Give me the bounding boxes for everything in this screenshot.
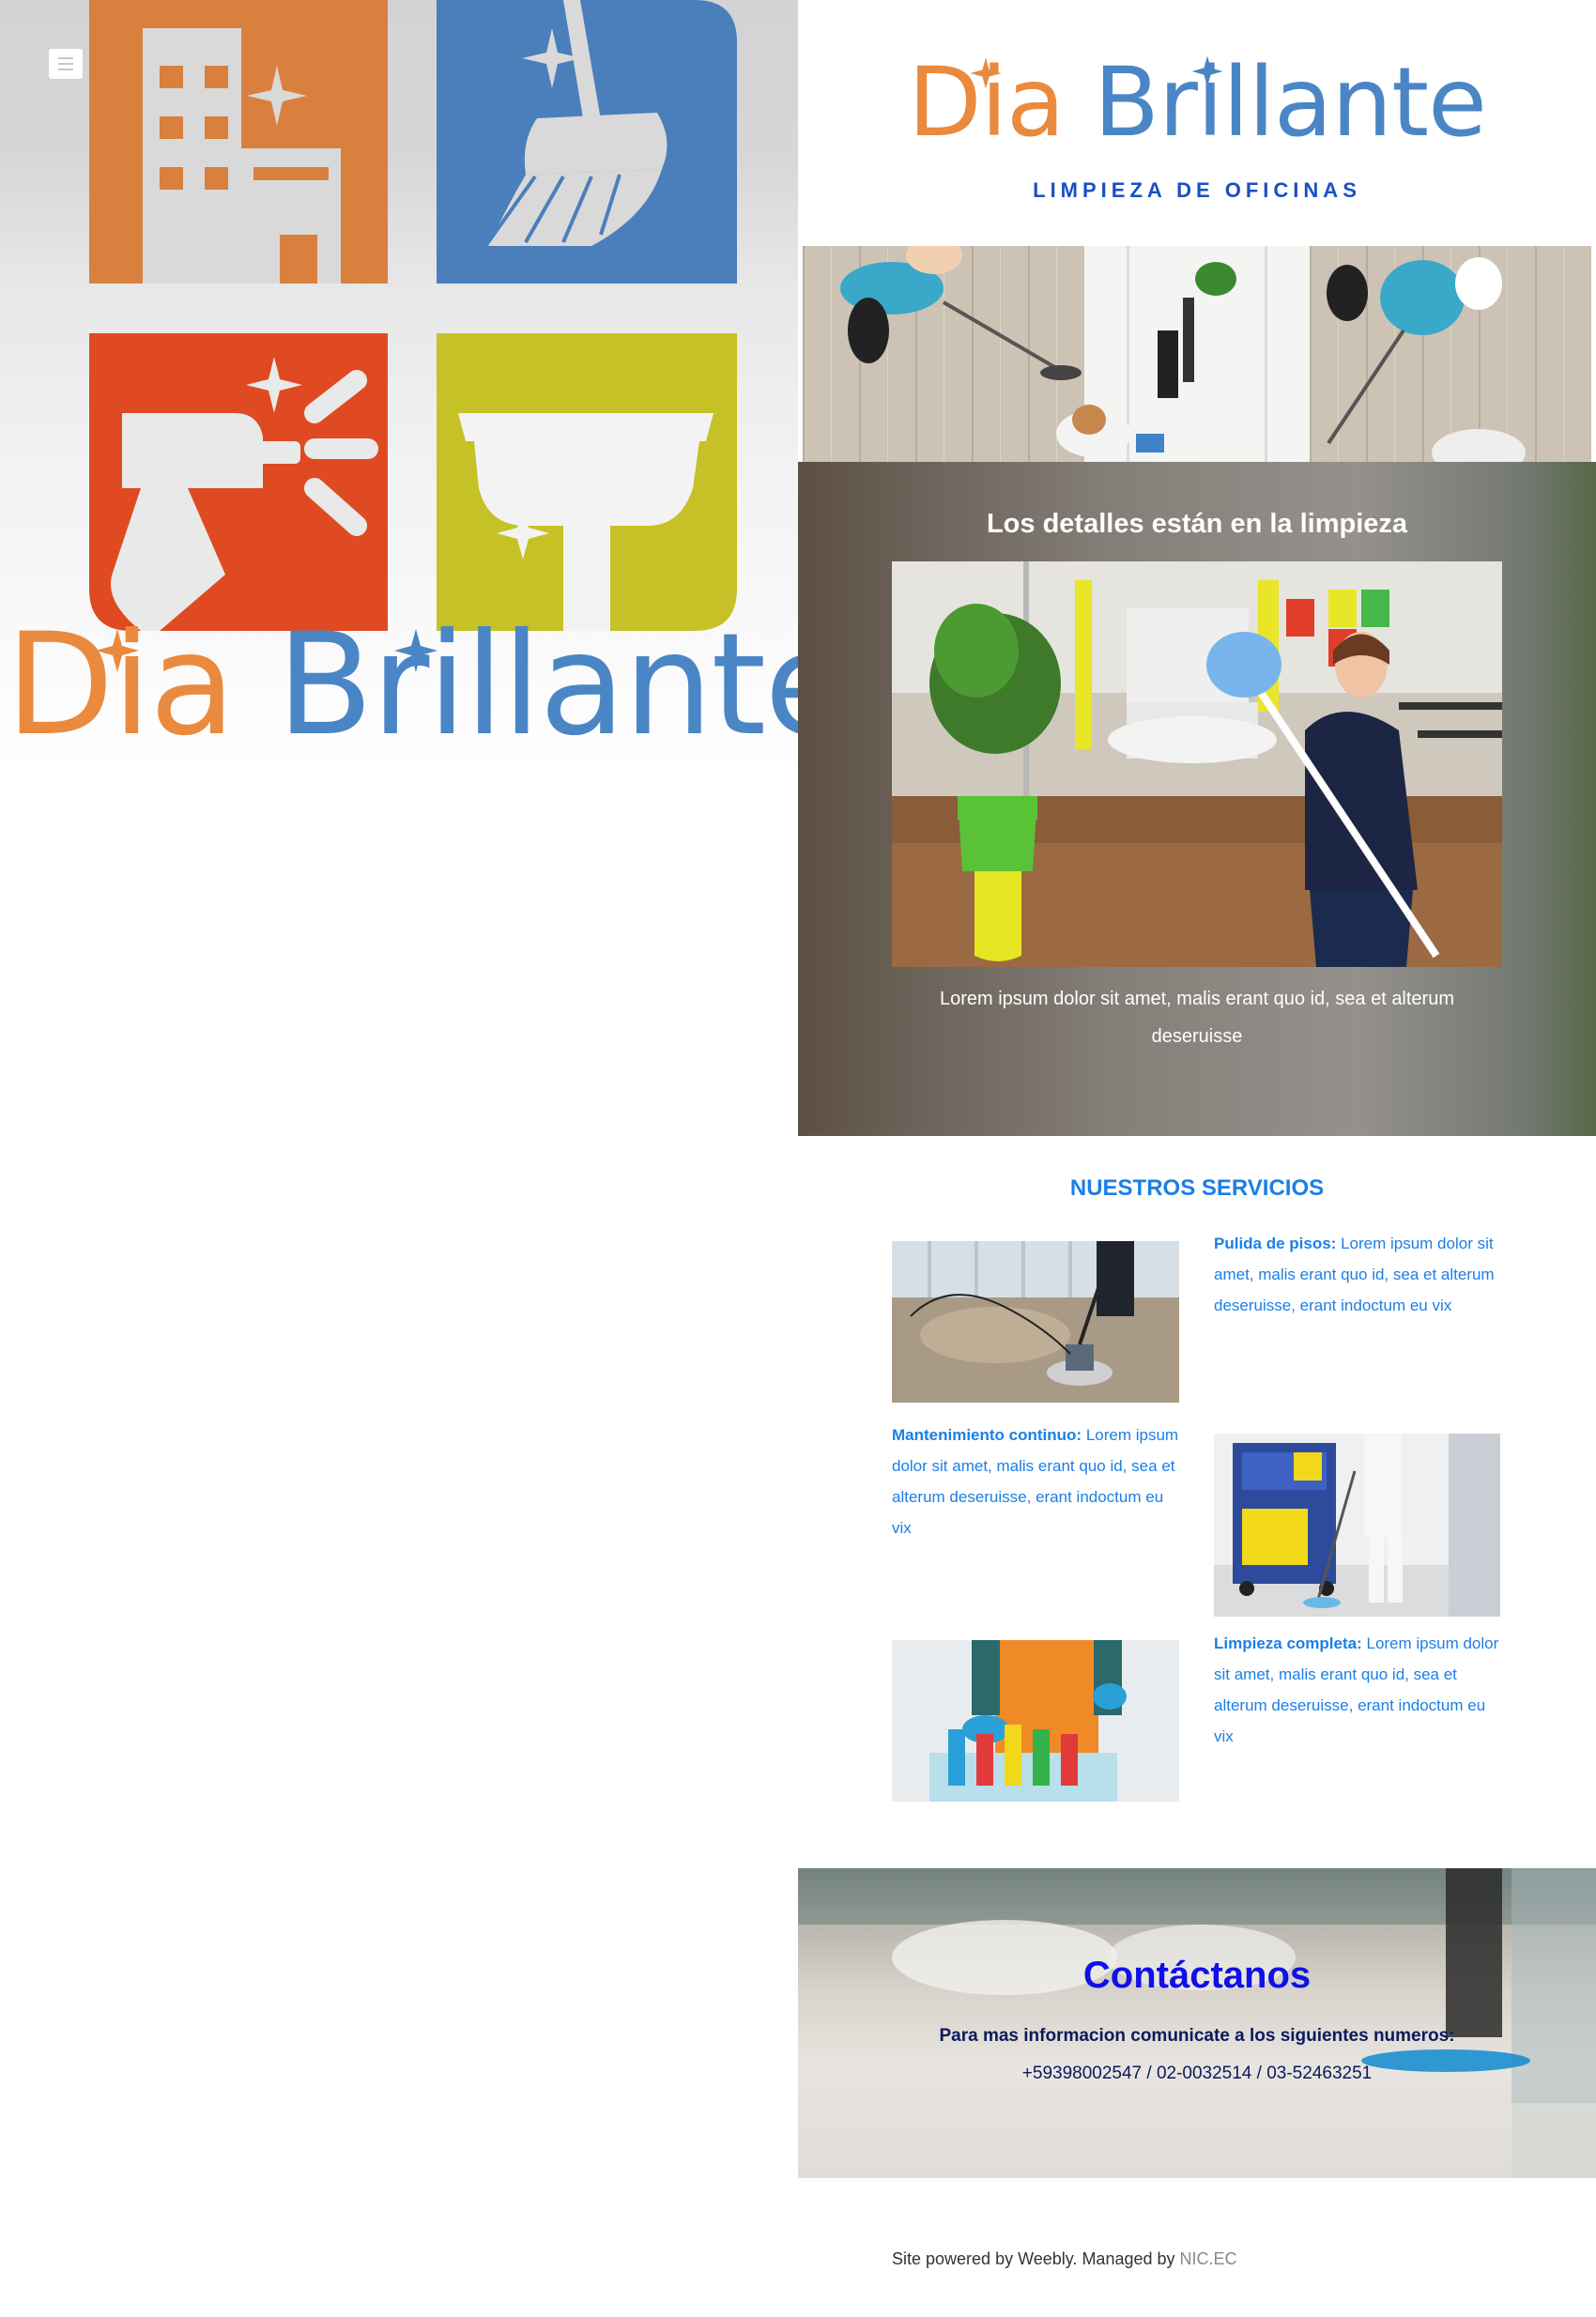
contact-background-image (798, 1868, 1596, 2178)
tagline: LIMPIEZA DE OFICINAS (1033, 178, 1361, 202)
footer-link-nic[interactable]: NIC.EC (1180, 2249, 1237, 2268)
cleaning-supplies-photo (892, 1640, 1179, 1802)
sparkle-icon (96, 629, 139, 672)
section-title: Los detalles están en la limpieza (986, 509, 1408, 539)
contact-info-text: Para mas informacion comunicate a los si… (939, 2026, 1455, 2046)
service-name: Pulida de pisos: (1214, 1235, 1337, 1252)
details-section: Los detalles están en la limpieza Lorem … (798, 462, 1596, 1136)
office-cleaner-photo (892, 561, 1502, 967)
footer: Site powered by Weebly. Managed by NIC.E… (892, 2249, 1237, 2269)
hero-banner-image (803, 246, 1591, 462)
cleaning-cart-photo (1214, 1434, 1500, 1617)
sparkle-icon (970, 57, 1002, 89)
service-name: Limpieza completa: (1214, 1634, 1362, 1652)
hamburger-menu-icon[interactable] (49, 49, 83, 79)
contact-section: Contáctanos Para mas informacion comunic… (798, 1868, 1596, 2178)
big-logo-wordmark: Dia Brillante (6, 601, 851, 770)
sparkle-icon (1191, 55, 1223, 87)
brand-name-part2: Brillante (276, 604, 852, 767)
contact-title: Contáctanos (1082, 1955, 1312, 1996)
footer-text: Site powered by Weebly. Managed by (892, 2249, 1180, 2268)
services-title: NUESTROS SERVICIOS (1069, 1175, 1325, 1201)
contact-phone-numbers: +59398002547 / 02-0032514 / 03-52463251 (1021, 2064, 1373, 2083)
left-logo-panel: Dia Brillante (0, 0, 851, 770)
service-description: Limpieza completa: Lorem ipsum dolor sit… (1214, 1634, 1499, 1745)
section-text: Lorem ipsum dolor sit amet, malis erant … (939, 989, 1455, 1047)
sparkle-icon (394, 629, 437, 672)
service-name: Mantenimiento continuo: (892, 1426, 1082, 1444)
brand-name-part2: Brillante (1094, 47, 1487, 159)
service-description: Pulida de pisos: Lorem ipsum dolor sit a… (1214, 1235, 1495, 1314)
floor-polishing-photo (892, 1241, 1179, 1403)
service-description: Mantenimiento continuo: Lorem ipsum dolo… (892, 1426, 1179, 1537)
